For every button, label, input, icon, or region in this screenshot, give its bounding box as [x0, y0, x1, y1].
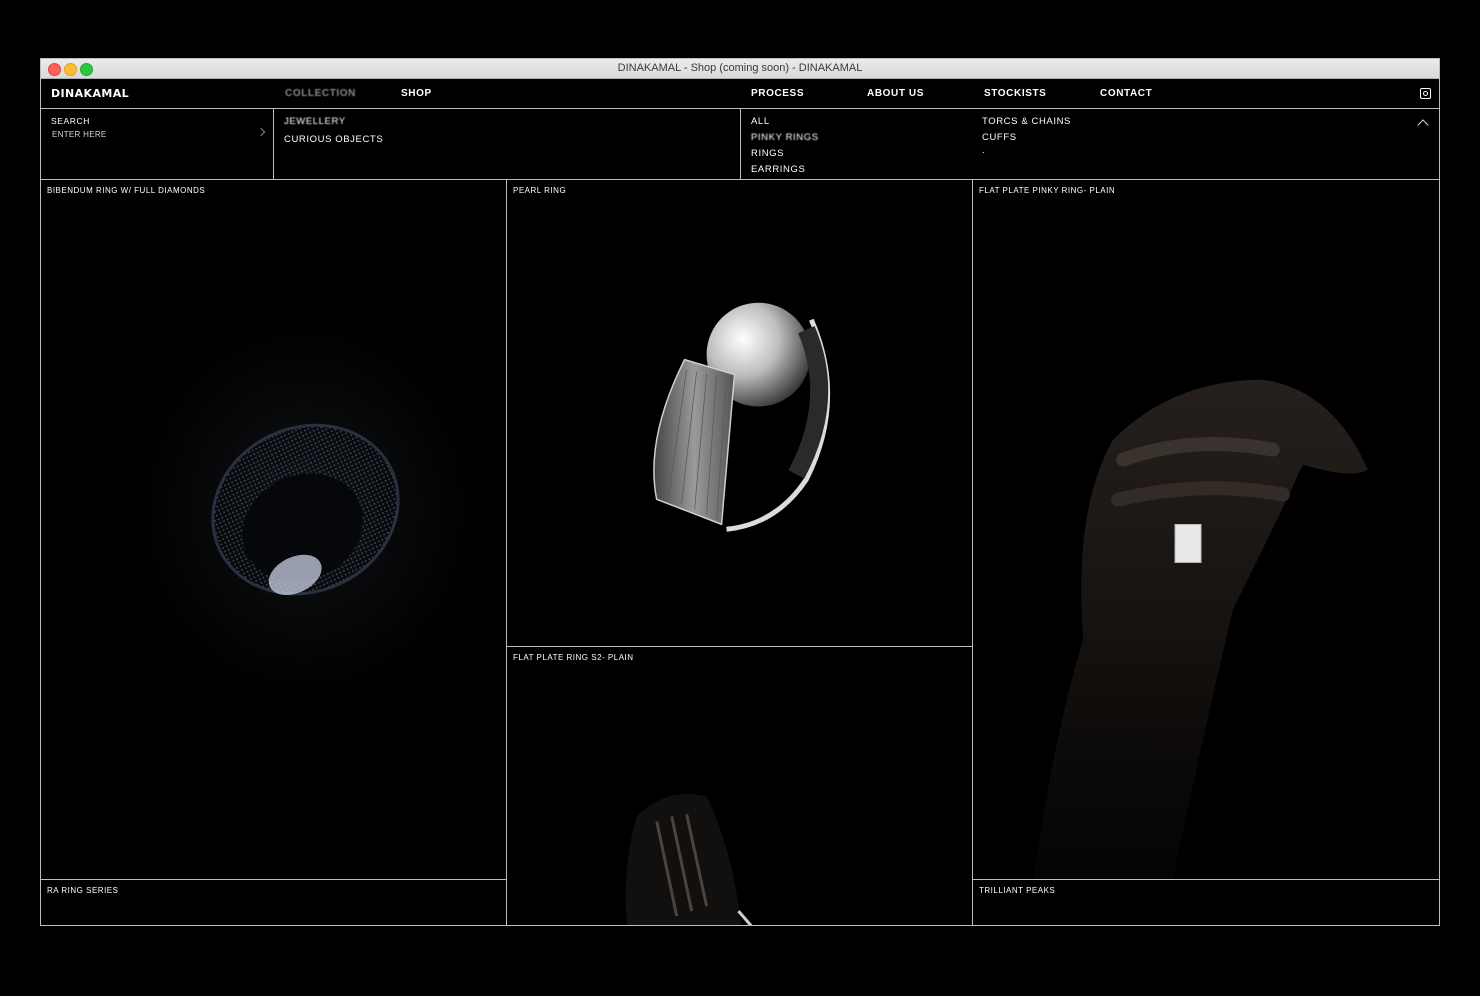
product-name: FLAT PLATE RING S2- PLAIN — [513, 653, 634, 662]
title-bar: DINAKAMAL - Shop (coming soon) - DINAKAM… — [41, 59, 1439, 79]
flat-plate-ring-image — [625, 794, 753, 925]
nav-collection[interactable]: COLLECTION — [285, 88, 356, 99]
product-card[interactable]: PEARL RING — [507, 180, 973, 647]
category-jewellery[interactable]: JEWELLERY — [284, 116, 346, 127]
instagram-icon[interactable] — [1420, 88, 1431, 99]
product-card[interactable]: FLAT PLATE RING S2- PLAIN — [507, 647, 973, 925]
filter-all[interactable]: ALL — [751, 116, 770, 127]
product-name: TRILLIANT PEAKS — [979, 886, 1056, 895]
product-card[interactable]: TRILLIANT PEAKS — [973, 880, 1439, 925]
top-nav: DINAKAMAL COLLECTION SHOP PROCESS ABOUT … — [41, 79, 1439, 109]
nav-shop[interactable]: SHOP — [401, 88, 432, 99]
window-title: DINAKAMAL - Shop (coming soon) - DINAKAM… — [617, 62, 863, 74]
filter-torcs-chains[interactable]: TORCS & CHAINS — [982, 116, 1071, 127]
type-filter-panel: ALL PINKY RINGS RINGS EARRINGS TORCS & C… — [741, 109, 1439, 179]
filter-dot[interactable]: . — [982, 145, 985, 156]
filter-rings[interactable]: RINGS — [751, 148, 784, 159]
chevron-right-icon[interactable] — [256, 127, 266, 137]
chevron-up-icon[interactable] — [1417, 119, 1429, 131]
nav-about-us[interactable]: ABOUT US — [867, 88, 924, 99]
brand-logo[interactable]: DINAKAMAL — [51, 87, 129, 100]
search-panel: SEARCH ENTER HERE — [41, 109, 274, 179]
filter-cuffs[interactable]: CUFFS — [982, 132, 1017, 143]
category-curious-objects[interactable]: CURIOUS OBJECTS — [284, 134, 383, 145]
nav-process[interactable]: PROCESS — [751, 88, 804, 99]
product-card[interactable]: FLAT PLATE PINKY RING- PLAIN — [973, 180, 1439, 880]
search-input[interactable]: ENTER HERE — [52, 130, 107, 139]
filter-pinky-rings[interactable]: PINKY RINGS — [751, 132, 819, 143]
product-card[interactable]: RA RING SERIES — [41, 880, 507, 925]
product-name: BIBENDUM RING W/ FULL DIAMONDS — [47, 186, 206, 195]
nav-stockists[interactable]: STOCKISTS — [984, 88, 1046, 99]
filter-bar: SEARCH ENTER HERE JEWELLERY CURIOUS OBJE… — [41, 109, 1439, 180]
search-label: SEARCH — [51, 116, 91, 126]
category-panel: JEWELLERY CURIOUS OBJECTS — [274, 109, 741, 179]
product-name: FLAT PLATE PINKY RING- PLAIN — [979, 186, 1116, 195]
product-name: PEARL RING — [513, 186, 567, 195]
filter-earrings[interactable]: EARRINGS — [751, 164, 805, 175]
pearl-ring-image — [653, 302, 831, 532]
product-name: RA RING SERIES — [47, 886, 119, 895]
diamond-ring-image — [135, 319, 476, 700]
browser-window: DINAKAMAL - Shop (coming soon) - DINAKAM… — [40, 58, 1440, 926]
nav-contact[interactable]: CONTACT — [1100, 88, 1152, 99]
hand-ring-image — [1033, 379, 1368, 879]
product-card[interactable]: BIBENDUM RING W/ FULL DIAMONDS — [41, 180, 507, 880]
